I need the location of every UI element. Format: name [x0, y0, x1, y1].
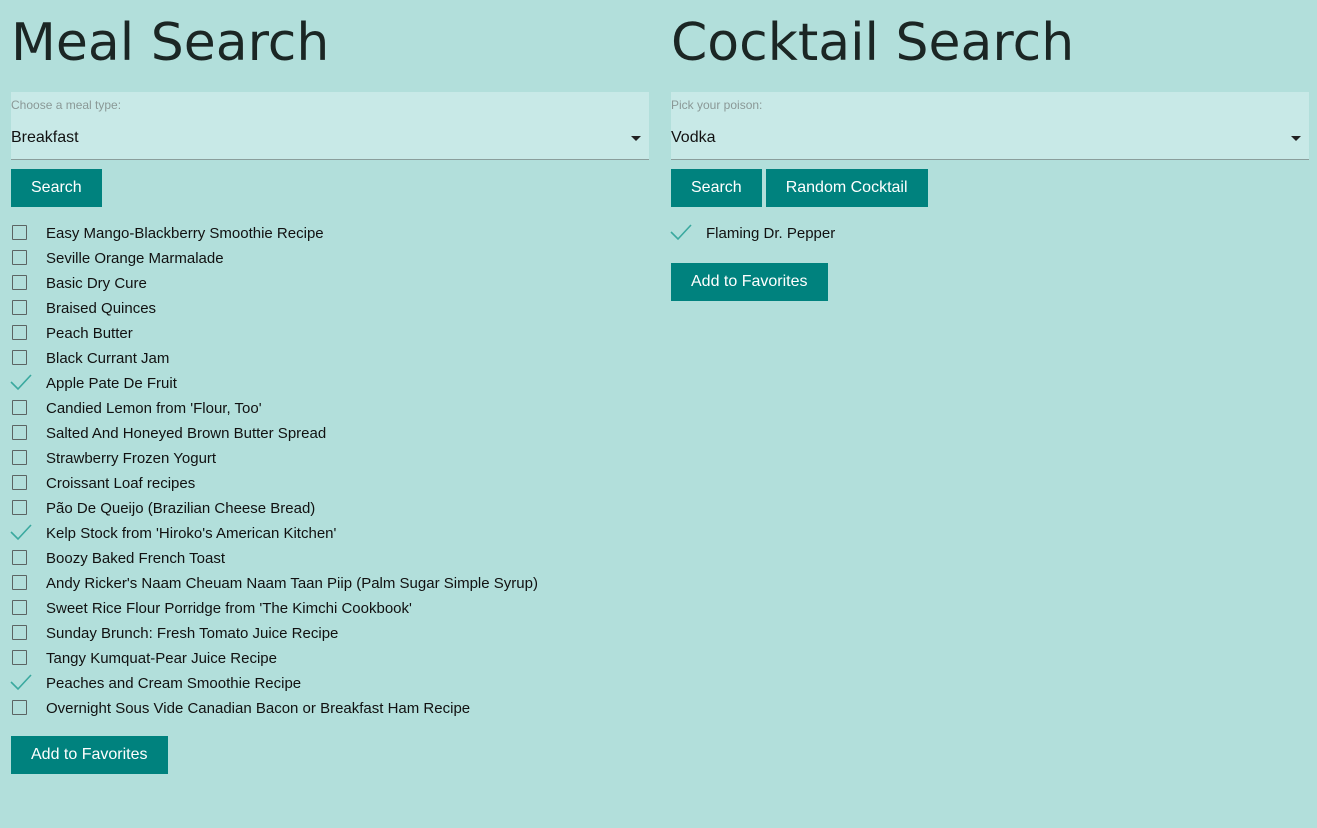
cocktail-spirit-select-label: Pick your poison: — [671, 98, 763, 112]
list-item[interactable]: Sweet Rice Flour Porridge from 'The Kimc… — [11, 597, 649, 622]
meal-button-row: Search — [11, 169, 649, 207]
list-item-label: Black Currant Jam — [46, 350, 170, 367]
list-item-label: Flaming Dr. Pepper — [706, 225, 836, 242]
list-item[interactable]: Black Currant Jam — [11, 347, 649, 372]
checkbox-icon[interactable] — [12, 700, 27, 715]
cocktail-search-button[interactable]: Search — [671, 169, 762, 207]
cocktail-button-row: Search Random Cocktail — [671, 169, 1309, 207]
list-item-label: Boozy Baked French Toast — [46, 550, 225, 567]
meal-add-to-favorites-button[interactable]: Add to Favorites — [11, 736, 168, 774]
meal-results-list: Easy Mango-Blackberry Smoothie Recipe Sev… — [9, 222, 649, 722]
list-item[interactable]: Basic Dry Cure — [11, 272, 649, 297]
checkbox-icon[interactable] — [12, 650, 27, 665]
list-item[interactable]: Apple Pate De Fruit — [9, 371, 649, 397]
list-item[interactable]: Strawberry Frozen Yogurt — [11, 447, 649, 472]
list-item-label: Sunday Brunch: Fresh Tomato Juice Recipe — [46, 625, 339, 642]
meal-type-select[interactable]: Choose a meal type: Breakfast — [11, 92, 649, 160]
list-item[interactable]: Pão De Queijo (Brazilian Cheese Bread) — [11, 497, 649, 522]
checkbox-icon[interactable] — [12, 575, 27, 590]
list-item-label: Tangy Kumquat-Pear Juice Recipe — [46, 650, 277, 667]
list-item[interactable]: Candied Lemon from 'Flour, Too' — [11, 397, 649, 422]
list-item[interactable]: Kelp Stock from 'Hiroko's American Kitch… — [9, 521, 649, 547]
checkbox-icon[interactable] — [12, 250, 27, 265]
meal-search-button[interactable]: Search — [11, 169, 102, 207]
list-item[interactable]: Seville Orange Marmalade — [11, 247, 649, 272]
checkbox-icon[interactable] — [12, 275, 27, 290]
cocktail-spirit-select[interactable]: Pick your poison: Vodka — [671, 92, 1309, 160]
cocktail-search-title: Cocktail Search — [671, 13, 1075, 73]
list-item-label: Candied Lemon from 'Flour, Too' — [46, 400, 262, 417]
meal-search-title: Meal Search — [11, 13, 330, 73]
checkbox-icon[interactable] — [12, 300, 27, 315]
checkbox-icon[interactable] — [12, 350, 27, 365]
list-item[interactable]: Croissant Loaf recipes — [11, 472, 649, 497]
list-item-label: Strawberry Frozen Yogurt — [46, 450, 217, 467]
cocktail-results-list: Flaming Dr. Pepper — [669, 221, 1309, 247]
checkbox-icon[interactable] — [12, 625, 27, 640]
checkbox-icon[interactable] — [12, 325, 27, 340]
list-item[interactable]: Salted And Honeyed Brown Butter Spread — [11, 422, 649, 447]
list-item[interactable]: Easy Mango-Blackberry Smoothie Recipe — [11, 222, 649, 247]
list-item[interactable]: Peach Butter — [11, 322, 649, 347]
cocktail-add-to-favorites-button[interactable]: Add to Favorites — [671, 263, 828, 301]
list-item-label: Pão De Queijo (Brazilian Cheese Bread) — [46, 500, 316, 517]
list-item-label: Peaches and Cream Smoothie Recipe — [46, 675, 302, 692]
checkbox-icon[interactable] — [12, 425, 27, 440]
list-item[interactable]: Tangy Kumquat-Pear Juice Recipe — [11, 647, 649, 672]
list-item[interactable]: Braised Quinces — [11, 297, 649, 322]
checkmark-icon[interactable] — [669, 221, 693, 243]
list-item-label: Salted And Honeyed Brown Butter Spread — [46, 425, 327, 442]
list-item[interactable]: Flaming Dr. Pepper — [669, 221, 1309, 247]
cocktail-spirit-select-value: Vodka — [671, 129, 716, 146]
list-item-label: Easy Mango-Blackberry Smoothie Recipe — [46, 225, 324, 242]
checkmark-icon[interactable] — [9, 671, 33, 693]
list-item[interactable]: Andy Ricker's Naam Cheuam Naam Taan Piip… — [11, 572, 649, 597]
list-item-label: Peach Butter — [46, 325, 133, 342]
meal-type-select-label: Choose a meal type: — [11, 98, 122, 112]
cocktail-favorites-row: Add to Favorites — [671, 263, 1309, 301]
checkmark-icon[interactable] — [9, 521, 33, 543]
list-item-label: Sweet Rice Flour Porridge from 'The Kimc… — [46, 600, 412, 617]
checkbox-icon[interactable] — [12, 500, 27, 515]
list-item-label: Seville Orange Marmalade — [46, 250, 224, 267]
list-item-label: Basic Dry Cure — [46, 275, 147, 292]
caret-down-icon — [1291, 136, 1301, 141]
list-item-label: Braised Quinces — [46, 300, 157, 317]
meal-search-panel: Meal Search Choose a meal type: Breakfas… — [9, 0, 649, 774]
list-item-label: Andy Ricker's Naam Cheuam Naam Taan Piip… — [46, 575, 538, 592]
meal-type-select-value: Breakfast — [11, 129, 79, 146]
list-item[interactable]: Peaches and Cream Smoothie Recipe — [9, 671, 649, 697]
checkbox-icon[interactable] — [12, 550, 27, 565]
list-item-label: Kelp Stock from 'Hiroko's American Kitch… — [46, 525, 337, 542]
list-item-label: Apple Pate De Fruit — [46, 375, 177, 392]
checkbox-icon[interactable] — [12, 400, 27, 415]
checkbox-icon[interactable] — [12, 450, 27, 465]
list-item[interactable]: Sunday Brunch: Fresh Tomato Juice Recipe — [11, 622, 649, 647]
list-item-label: Croissant Loaf recipes — [46, 475, 196, 492]
caret-down-icon — [631, 136, 641, 141]
list-item[interactable]: Boozy Baked French Toast — [11, 547, 649, 572]
checkbox-icon[interactable] — [12, 475, 27, 490]
meal-favorites-row: Add to Favorites — [11, 736, 649, 774]
checkmark-icon[interactable] — [9, 371, 33, 393]
list-item[interactable]: Overnight Sous Vide Canadian Bacon or Br… — [11, 697, 649, 722]
cocktail-search-panel: Cocktail Search Pick your poison: Vodka … — [669, 0, 1309, 301]
checkbox-icon[interactable] — [12, 225, 27, 240]
checkbox-icon[interactable] — [12, 600, 27, 615]
random-cocktail-button[interactable]: Random Cocktail — [765, 169, 928, 207]
list-item-label: Overnight Sous Vide Canadian Bacon or Br… — [46, 700, 471, 717]
